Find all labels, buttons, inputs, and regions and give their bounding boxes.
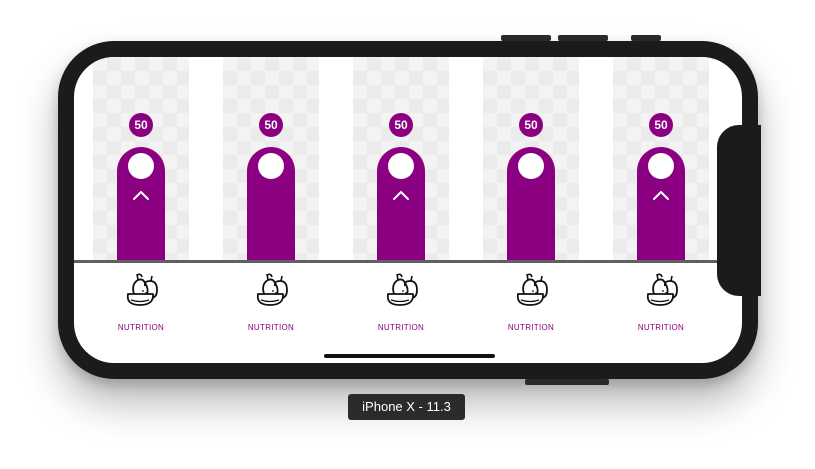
slider-fill[interactable] [247,147,295,261]
fruit-icon [386,273,418,306]
nutrition-column: 50 NUTRITION [483,57,579,363]
nutrition-column: 50 NUTRITION [223,57,319,363]
slider-handle[interactable] [128,153,154,179]
category-label: NUTRITION [507,323,555,332]
slider-handle[interactable] [388,153,414,179]
nutrition-column: 50 NUTRITION [613,57,709,363]
hardware-button [631,35,661,41]
fruit-icon [646,273,678,306]
nutrition-sliders: 50 NUTRITION 50 NUTRITION 50 NUTRITION 5… [74,57,742,363]
category-label: NUTRITION [637,323,685,332]
chevron-up-icon [653,191,669,200]
category-label: NUTRITION [247,323,295,332]
category-label: NUTRITION [377,323,425,332]
category-label: NUTRITION [117,323,165,332]
value-badge: 50 [129,113,153,137]
slider-fill[interactable] [507,147,555,261]
fruit-icon [126,273,158,306]
iphone-x-frame: 50 NUTRITION 50 NUTRITION 50 NUTRITION 5… [58,35,761,385]
chevron-up-icon [133,191,149,200]
fruit-icon [516,273,548,306]
slider-fill[interactable] [117,147,165,261]
value-badge: 50 [259,113,283,137]
fruit-icon [256,273,288,306]
slider-fill[interactable] [637,147,685,261]
simulator-device-label: iPhone X - 11.3 [348,394,465,420]
baseline-divider [74,260,742,263]
app-screen: 50 NUTRITION 50 NUTRITION 50 NUTRITION 5… [74,57,742,363]
hardware-button [501,35,551,41]
slider-fill[interactable] [377,147,425,261]
hardware-button [558,35,608,41]
side-button [525,379,609,385]
value-badge: 50 [519,113,543,137]
nutrition-column: 50 NUTRITION [93,57,189,363]
value-badge: 50 [649,113,673,137]
slider-handle[interactable] [518,153,544,179]
home-indicator[interactable] [324,354,495,358]
chevron-up-icon [393,191,409,200]
nutrition-column: 50 NUTRITION [353,57,449,363]
slider-handle[interactable] [648,153,674,179]
slider-handle[interactable] [258,153,284,179]
sensor-notch [717,125,761,296]
value-badge: 50 [389,113,413,137]
